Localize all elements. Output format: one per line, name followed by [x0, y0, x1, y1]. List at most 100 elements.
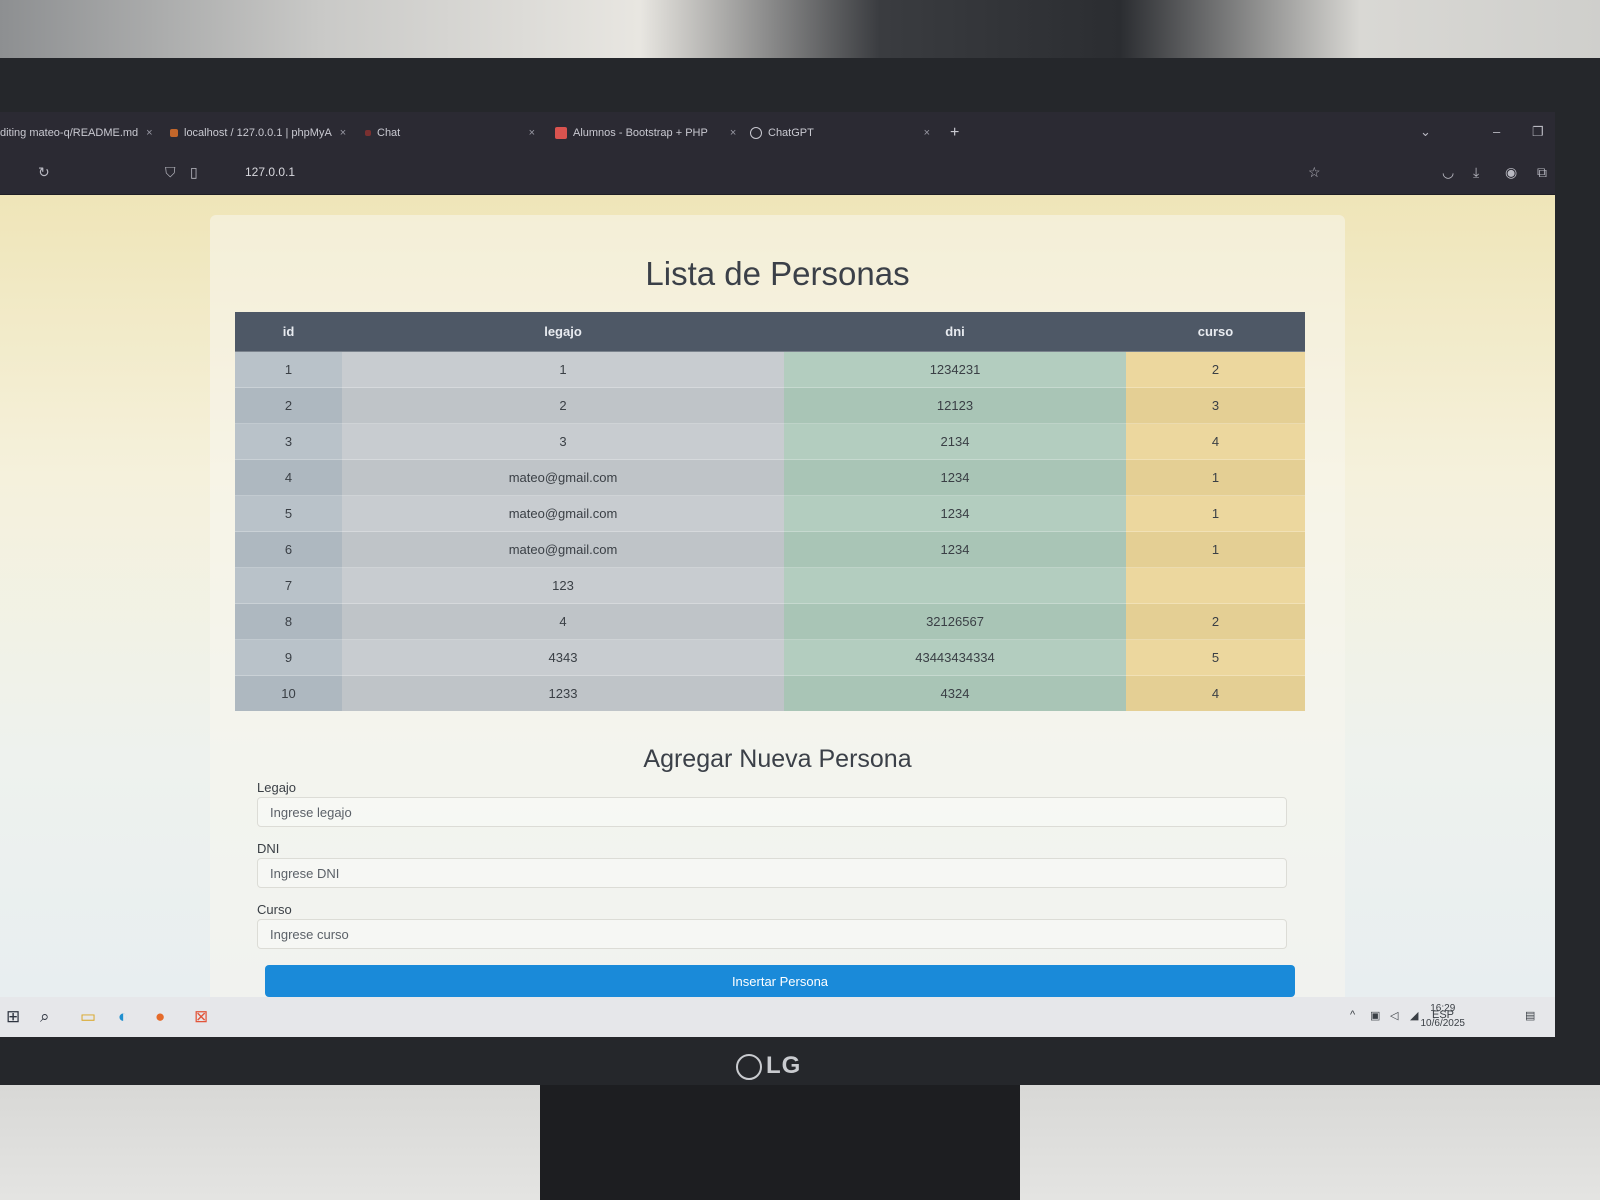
header-legajo: legajo — [342, 312, 784, 352]
cell-id: 3 — [235, 423, 342, 460]
account-icon[interactable]: ◉ — [1505, 164, 1517, 181]
table-row: 9 4343 43443434334 5 — [235, 639, 1305, 676]
search-icon[interactable]: ⌕ — [40, 1007, 50, 1027]
cell-curso: 2 — [1126, 603, 1305, 640]
table-row: 2 2 12123 3 — [235, 387, 1305, 424]
curso-input[interactable] — [257, 919, 1287, 949]
cell-legajo: 4343 — [342, 639, 784, 676]
tab-chatgpt[interactable]: ChatGPT × — [750, 120, 930, 146]
url-bar[interactable]: 127.0.0.1 — [245, 165, 295, 179]
header-dni: dni — [784, 312, 1126, 352]
close-icon[interactable]: × — [730, 127, 736, 139]
xampp-icon[interactable]: ⊠ — [194, 1007, 208, 1027]
cell-dni: 12123 — [784, 387, 1126, 424]
phpmyadmin-favicon-icon — [170, 129, 178, 138]
tab-chat[interactable]: Chat × — [365, 120, 535, 146]
dni-input[interactable] — [257, 858, 1287, 888]
volume-icon[interactable]: ◁ — [1390, 1009, 1398, 1022]
table-row: 4 mateo@gmail.com 1234 1 — [235, 459, 1305, 496]
new-tab-button[interactable]: + — [950, 124, 959, 142]
table-row: 5 mateo@gmail.com 1234 1 — [235, 495, 1305, 532]
firefox-icon[interactable]: ● — [155, 1007, 165, 1027]
cell-dni: 1234 — [784, 495, 1126, 532]
windows-start-icon[interactable]: ⊞ — [6, 1007, 20, 1027]
cell-curso: 4 — [1126, 423, 1305, 460]
tab-alumnos[interactable]: Alumnos - Bootstrap + PHP × — [555, 120, 736, 146]
cell-curso: 1 — [1126, 531, 1305, 568]
nav-bar: ↻ ⛉ ▯ 127.0.0.1 ☆ ◡ ⤓ ◉ ⧉ — [0, 152, 1555, 195]
cell-dni: 4324 — [784, 675, 1126, 711]
table-row: 7 123 — [235, 567, 1305, 604]
cell-legajo: 2 — [342, 387, 784, 424]
table-row: 3 3 2134 4 — [235, 423, 1305, 460]
table-row: 6 mateo@gmail.com 1234 1 — [235, 531, 1305, 568]
file-explorer-icon[interactable]: ▭ — [80, 1007, 96, 1027]
cell-dni: 1234231 — [784, 351, 1126, 388]
cell-dni: 1234 — [784, 531, 1126, 568]
page-icon[interactable]: ▯ — [190, 164, 198, 181]
dni-label: DNI — [257, 841, 280, 856]
bookmark-star-icon[interactable]: ☆ — [1308, 164, 1321, 181]
monitor-stand — [540, 1085, 1020, 1200]
cell-legajo: 3 — [342, 423, 784, 460]
header-id: id — [235, 312, 342, 352]
clock[interactable]: 16:29 10/6/2025 — [1421, 1001, 1466, 1031]
restore-button[interactable]: ❐ — [1532, 124, 1544, 140]
close-icon[interactable]: × — [529, 120, 535, 146]
cell-dni: 1234 — [784, 459, 1126, 496]
table-row: 10 1233 4324 4 — [235, 675, 1305, 711]
monitor-logo: LG — [736, 1052, 801, 1080]
page-title: Lista de Personas — [645, 255, 910, 292]
bootstrap-favicon-icon — [555, 127, 567, 140]
reload-icon[interactable]: ↻ — [38, 164, 50, 181]
header-curso: curso — [1126, 312, 1305, 352]
cell-curso: 4 — [1126, 675, 1305, 711]
edge-icon[interactable]: ◐ — [118, 1007, 128, 1027]
wifi-icon[interactable]: ◢ — [1410, 1009, 1418, 1022]
cell-legajo: 4 — [342, 603, 784, 640]
tab-phpmyadmin[interactable]: localhost / 127.0.0.1 | phpMyA × — [170, 120, 346, 146]
close-icon[interactable]: × — [146, 127, 152, 139]
chat-favicon-icon — [365, 130, 371, 137]
taskbar: ⊞ ⌕ ▭ ◐ ● ⊠ ^ ▣ ◁ ◢ ESP 16:29 10/6/2025 … — [0, 997, 1555, 1037]
legajo-label: Legajo — [257, 780, 297, 795]
network-icon[interactable]: ▣ — [1370, 1009, 1380, 1022]
page-viewport: Lista de Personas id legajo dni curso 11… — [0, 195, 1555, 997]
pocket-icon[interactable]: ◡ — [1442, 164, 1454, 181]
minimize-button[interactable]: – — [1493, 124, 1500, 139]
chatgpt-favicon-icon — [750, 127, 762, 140]
cell-id: 6 — [235, 531, 342, 568]
tab-bar: diting mateo-q/README.md × localhost / 12… — [0, 112, 1555, 152]
insertar-persona-button[interactable]: Insertar Persona — [265, 965, 1295, 997]
shield-icon[interactable]: ⛉ — [165, 164, 176, 181]
cell-curso: 2 — [1126, 351, 1305, 388]
cell-dni — [784, 567, 1126, 604]
background-wall — [0, 0, 1600, 62]
cell-curso — [1126, 567, 1305, 604]
table-row: 8 4 32126567 2 — [235, 603, 1305, 640]
cell-id: 7 — [235, 567, 342, 604]
notifications-icon[interactable]: ▤ — [1525, 1009, 1535, 1022]
cell-legajo: mateo@gmail.com — [342, 459, 784, 496]
form-title: Agregar Nueva Persona — [643, 745, 912, 773]
close-icon[interactable]: × — [924, 120, 930, 146]
cell-id: 2 — [235, 387, 342, 424]
cell-legajo: 1 — [342, 351, 784, 388]
cell-id: 5 — [235, 495, 342, 532]
cell-legajo: mateo@gmail.com — [342, 531, 784, 568]
personas-table: id legajo dni curso 1 1 1234231 2 2 2 12123 3 … — [235, 312, 1305, 711]
cell-curso: 1 — [1126, 495, 1305, 532]
content-container: Lista de Personas id legajo dni curso 11… — [210, 215, 1345, 997]
lg-logo-icon — [736, 1053, 762, 1080]
tab-readme[interactable]: diting mateo-q/README.md × — [0, 120, 153, 146]
cell-id: 8 — [235, 603, 342, 640]
close-icon[interactable]: × — [340, 127, 346, 139]
cell-legajo: mateo@gmail.com — [342, 495, 784, 532]
table-header-row: id legajo dni curso — [235, 312, 1305, 352]
clock-time: 16:29 — [1430, 1003, 1456, 1014]
download-icon[interactable]: ⤓ — [1473, 164, 1479, 181]
extensions-icon[interactable]: ⧉ — [1537, 164, 1547, 181]
tray-chevron-icon[interactable]: ^ — [1350, 1009, 1355, 1021]
list-tabs-icon[interactable]: ⌄ — [1420, 124, 1431, 140]
legajo-input[interactable] — [257, 797, 1287, 827]
